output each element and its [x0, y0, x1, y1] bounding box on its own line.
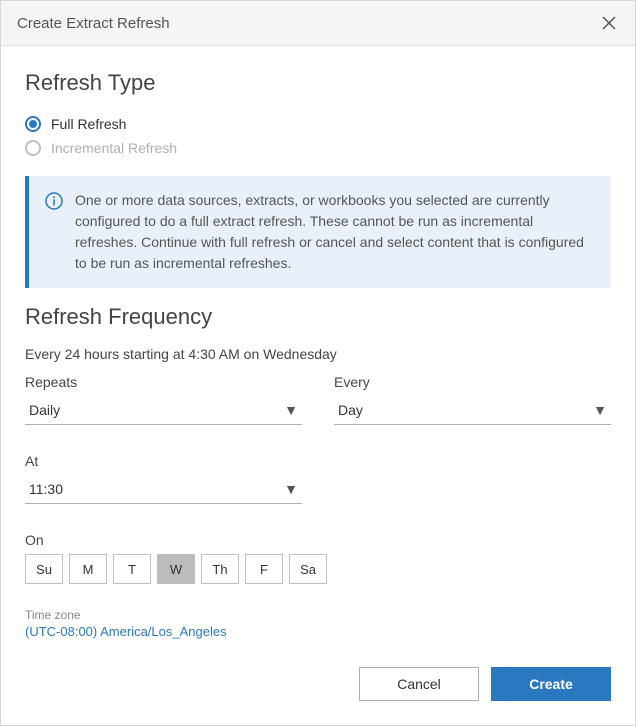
dialog-header: Create Extract Refresh: [1, 1, 635, 46]
at-select[interactable]: 11:30 ▼: [25, 475, 302, 504]
timezone-label: Time zone: [25, 608, 611, 622]
radio-label-full: Full Refresh: [51, 116, 126, 132]
day-btn-t[interactable]: T: [113, 554, 151, 584]
days-row: Su M T W Th F Sa: [25, 554, 611, 584]
caret-down-icon: ▼: [593, 402, 607, 418]
info-box: One or more data sources, extracts, or w…: [25, 176, 611, 288]
radio-icon-selected: [25, 116, 41, 132]
form-row-at: At 11:30 ▼: [25, 453, 611, 504]
day-btn-m[interactable]: M: [69, 554, 107, 584]
radio-incremental-refresh: Incremental Refresh: [25, 136, 611, 160]
radio-label-incremental: Incremental Refresh: [51, 140, 177, 156]
form-row-repeats-every: Repeats Daily ▼ Every Day ▼: [25, 374, 611, 425]
close-button[interactable]: [599, 13, 619, 33]
timezone-link[interactable]: (UTC-08:00) America/Los_Angeles: [25, 624, 611, 639]
on-field: On Su M T W Th F Sa: [25, 532, 611, 584]
day-btn-sa[interactable]: Sa: [289, 554, 327, 584]
spacer: [334, 453, 611, 504]
dialog-footer: Cancel Create: [25, 667, 611, 701]
create-button[interactable]: Create: [491, 667, 611, 701]
every-select[interactable]: Day ▼: [334, 396, 611, 425]
day-btn-f[interactable]: F: [245, 554, 283, 584]
caret-down-icon: ▼: [284, 481, 298, 497]
repeats-value: Daily: [29, 402, 60, 418]
timezone-block: Time zone (UTC-08:00) America/Los_Angele…: [25, 608, 611, 639]
repeats-field: Repeats Daily ▼: [25, 374, 302, 425]
refresh-frequency-heading: Refresh Frequency: [25, 304, 611, 330]
day-btn-th[interactable]: Th: [201, 554, 239, 584]
at-value: 11:30: [29, 481, 63, 497]
cancel-button[interactable]: Cancel: [359, 667, 479, 701]
day-btn-su[interactable]: Su: [25, 554, 63, 584]
close-icon: [601, 15, 617, 31]
on-label: On: [25, 532, 611, 548]
every-label: Every: [334, 374, 611, 390]
dialog: Create Extract Refresh Refresh Type Full…: [0, 0, 636, 726]
info-text: One or more data sources, extracts, or w…: [75, 190, 595, 274]
at-field: At 11:30 ▼: [25, 453, 302, 504]
day-btn-w[interactable]: W: [157, 554, 195, 584]
radio-full-refresh[interactable]: Full Refresh: [25, 112, 611, 136]
repeats-label: Repeats: [25, 374, 302, 390]
dialog-body: Refresh Type Full Refresh Incremental Re…: [1, 46, 635, 725]
caret-down-icon: ▼: [284, 402, 298, 418]
frequency-summary: Every 24 hours starting at 4:30 AM on We…: [25, 346, 611, 362]
at-label: At: [25, 453, 302, 469]
every-value: Day: [338, 402, 363, 418]
refresh-type-heading: Refresh Type: [25, 70, 611, 96]
every-field: Every Day ▼: [334, 374, 611, 425]
refresh-type-radio-group: Full Refresh Incremental Refresh: [25, 112, 611, 160]
info-icon: [45, 192, 63, 274]
repeats-select[interactable]: Daily ▼: [25, 396, 302, 425]
dialog-title: Create Extract Refresh: [17, 15, 170, 32]
radio-icon-disabled: [25, 140, 41, 156]
